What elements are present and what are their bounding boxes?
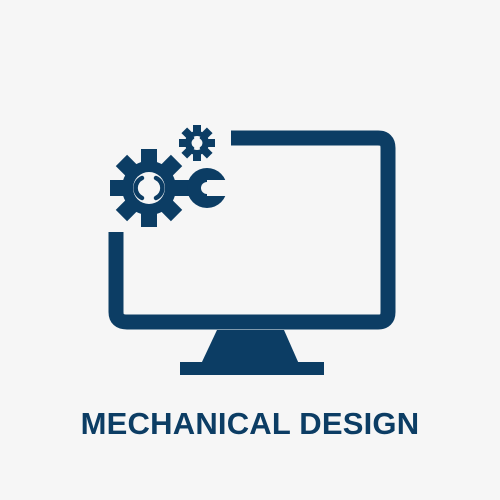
small-gear-icon (179, 125, 215, 161)
mechanical-design-card: MECHANICAL DESIGN (0, 0, 500, 500)
caption-title: MECHANICAL DESIGN (80, 406, 420, 441)
wrench-icon (170, 168, 231, 208)
